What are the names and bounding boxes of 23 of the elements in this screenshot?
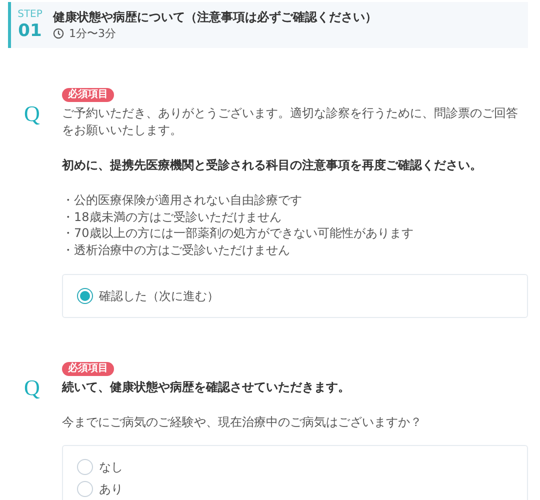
notice-item: ・透析治療中の方はご受診いただけません [62,242,291,258]
question-text: 今までにご病気のご経験や、現在治療中のご病気はございますか？ [62,414,423,431]
clock-icon [53,28,64,39]
step-label: STEP [18,9,42,21]
step-title: 健康状態や病歴について（注意事項は必ずご確認ください） [53,8,377,26]
required-badge: 必須項目 [62,88,114,102]
question-mark: Q [24,102,40,128]
option-label: 確認した（次に進む） [99,288,219,304]
required-badge: 必須項目 [62,362,114,376]
question-heading: 続いて、健康状態や病歴を確認させていただきます。 [62,379,351,396]
question-heading: 初めに、提携先医療機関と受診される科目の注意事項を再度ご確認ください。 [62,157,483,174]
notice-item: ・18歳未満の方はご受診いただけません [62,208,282,225]
question-mark: Q [24,376,40,402]
notice-item: ・公的医療保険が適用されない自由診療です [62,192,303,208]
option-label: なし [99,459,123,475]
duration-text: 1分〜3分 [69,26,116,42]
step-number: 01 [18,21,42,41]
radio-button[interactable] [77,481,93,497]
radio-button[interactable] [77,288,93,304]
option-label: あり [99,481,123,497]
radio-button[interactable] [77,459,93,475]
question-text: ご予約いただき、ありがとうございます。適切な診察を行うために、問診票のご回答をお願いいたします。 [62,105,519,139]
notice-item: ・70歳以上の方には一部薬剤の処方ができない可能性があります [62,225,414,242]
